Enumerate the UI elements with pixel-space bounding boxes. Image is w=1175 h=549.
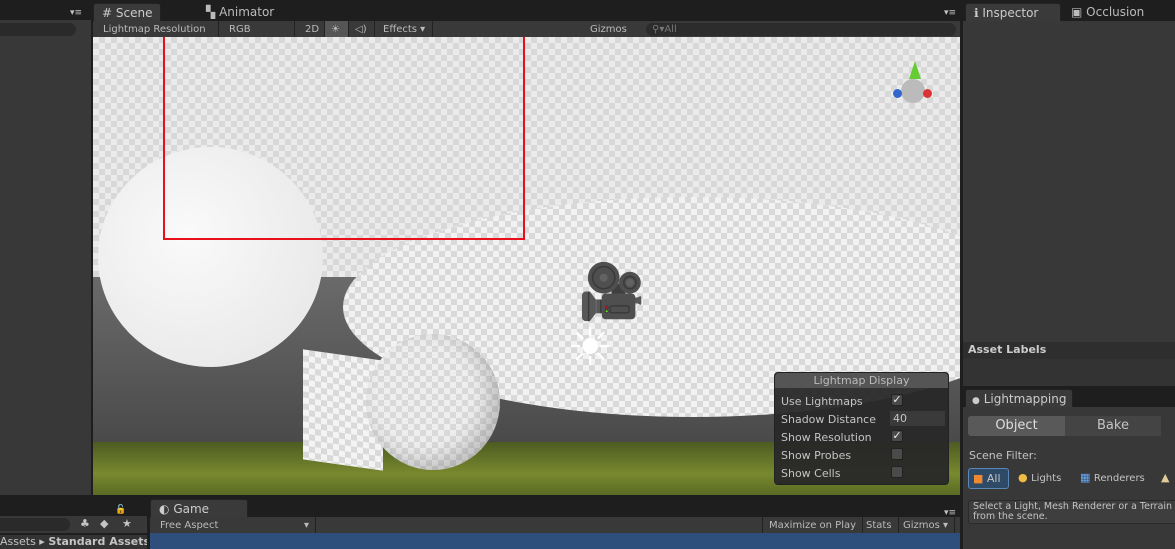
- animator-icon: ▚: [206, 5, 216, 19]
- tab-scene[interactable]: # Scene: [93, 3, 162, 21]
- show-resolution-checkbox[interactable]: ✓: [891, 430, 903, 442]
- use-lightmaps-checkbox[interactable]: ✓: [891, 394, 903, 406]
- filter-lights[interactable]: ● Lights: [1018, 471, 1061, 484]
- game-gizmos-dropdown[interactable]: Gizmos ▾: [897, 517, 956, 534]
- favorite-star-icon[interactable]: ★: [122, 517, 132, 530]
- light-icon: ☀: [566, 318, 614, 378]
- maximize-on-play-toggle[interactable]: Maximize on Play: [762, 517, 864, 534]
- hierarchy-search[interactable]: [0, 23, 76, 36]
- row-shadow-distance: Shadow Distance: [781, 413, 876, 426]
- game-view[interactable]: [150, 533, 960, 549]
- render-mode-dropdown[interactable]: RGB: [223, 21, 295, 38]
- scene-orientation-gizmo[interactable]: [883, 59, 943, 119]
- project-search[interactable]: [0, 518, 70, 531]
- occlusion-icon: ▣: [1071, 5, 1083, 19]
- bake-tab-button[interactable]: Bake: [1065, 416, 1161, 436]
- label-icon[interactable]: ◆: [100, 517, 108, 530]
- panel-menu-icon[interactable]: ▾≡: [70, 8, 82, 18]
- object-tab-button[interactable]: Object: [968, 416, 1065, 436]
- scene-toolbar: Lightmap Resolution ⇕ RGB 2D ☀ ◁) Effect…: [93, 21, 960, 52]
- project-toolbar: ♣ ◆ ★: [0, 516, 147, 533]
- row-show-cells: Show Cells: [781, 467, 841, 480]
- renderer-icon: ▦: [1080, 471, 1091, 484]
- filter-type-icon[interactable]: ♣: [80, 517, 90, 530]
- cube-icon: ■: [973, 472, 984, 485]
- asset-labels-header: Asset Labels: [963, 342, 1175, 359]
- draw-mode-dropdown[interactable]: Lightmap Resolution ⇕: [97, 21, 219, 52]
- row-show-probes: Show Probes: [781, 449, 852, 462]
- breadcrumb: Assets ▸ Standard Assets: [0, 535, 147, 549]
- tab-animator[interactable]: ▚ Animator: [198, 3, 282, 21]
- scene-search[interactable]: ⚲▾All: [646, 23, 956, 36]
- audio-toggle[interactable]: ◁): [349, 21, 375, 38]
- lock-icon[interactable]: 🔓: [115, 505, 126, 515]
- breadcrumb-current[interactable]: Standard Assets: [48, 535, 147, 548]
- terrain-icon[interactable]: ▲: [1161, 471, 1169, 484]
- inspector-panel: [963, 21, 1175, 342]
- hint-box: Select a Light, Mesh Renderer or a Terra…: [968, 500, 1175, 524]
- bulb-icon: ●: [1018, 471, 1028, 484]
- asset-labels-area: [963, 359, 1175, 386]
- filter-all[interactable]: ■ All: [968, 468, 1009, 489]
- 2d-toggle[interactable]: 2D: [299, 21, 325, 38]
- tab-game[interactable]: ◐ Game: [150, 499, 248, 517]
- grid-icon: #: [102, 6, 113, 20]
- game-icon: ◐: [159, 502, 170, 516]
- light-bulb-icon: ●: [972, 396, 980, 406]
- row-show-resolution: Show Resolution: [781, 431, 872, 444]
- checkered-sphere: [366, 334, 500, 470]
- lightmap-display-title: Lightmap Display: [775, 373, 948, 388]
- camera-icon: 🎥: [578, 260, 646, 323]
- shadow-distance-field[interactable]: 40: [890, 411, 945, 426]
- info-icon: ℹ: [974, 6, 979, 20]
- lightmap-display-panel: Lightmap Display Use Lightmaps ✓ Shadow …: [774, 372, 949, 485]
- game-toolbar: Free Aspect ▾ Maximize on Play Stats Gizm…: [150, 517, 960, 534]
- tab-occlusion[interactable]: ▣ Occlusion: [1063, 3, 1152, 21]
- lighting-toggle[interactable]: ☀: [325, 21, 349, 38]
- row-use-lightmaps: Use Lightmaps: [781, 395, 863, 408]
- filter-renderers[interactable]: ▦ Renderers: [1080, 471, 1145, 484]
- scene-filter-label: Scene Filter:: [969, 449, 1037, 462]
- hierarchy-panel: [0, 20, 91, 495]
- tab-inspector[interactable]: ℹ Inspector: [965, 3, 1061, 21]
- gizmos-dropdown[interactable]: Gizmos ▾: [584, 21, 640, 52]
- panel-menu-icon[interactable]: ▾≡: [944, 8, 956, 18]
- effects-dropdown[interactable]: Effects ▾: [377, 21, 433, 38]
- lightmapping-panel: Object Bake Scene Filter: ■ All ● Lights…: [963, 407, 1175, 549]
- scene-viewport[interactable]: 🎥 ☀ Lightmap Display Use Lightmaps ✓ Sha…: [93, 37, 960, 495]
- aspect-dropdown[interactable]: Free Aspect ▾: [154, 517, 316, 534]
- breadcrumb-assets[interactable]: Assets: [0, 535, 36, 548]
- selection-rectangle: [163, 37, 525, 240]
- show-probes-checkbox[interactable]: [891, 448, 903, 460]
- stats-toggle[interactable]: Stats: [860, 517, 899, 534]
- tab-lightmapping[interactable]: ● Lightmapping: [965, 389, 1074, 407]
- show-cells-checkbox[interactable]: [891, 466, 903, 478]
